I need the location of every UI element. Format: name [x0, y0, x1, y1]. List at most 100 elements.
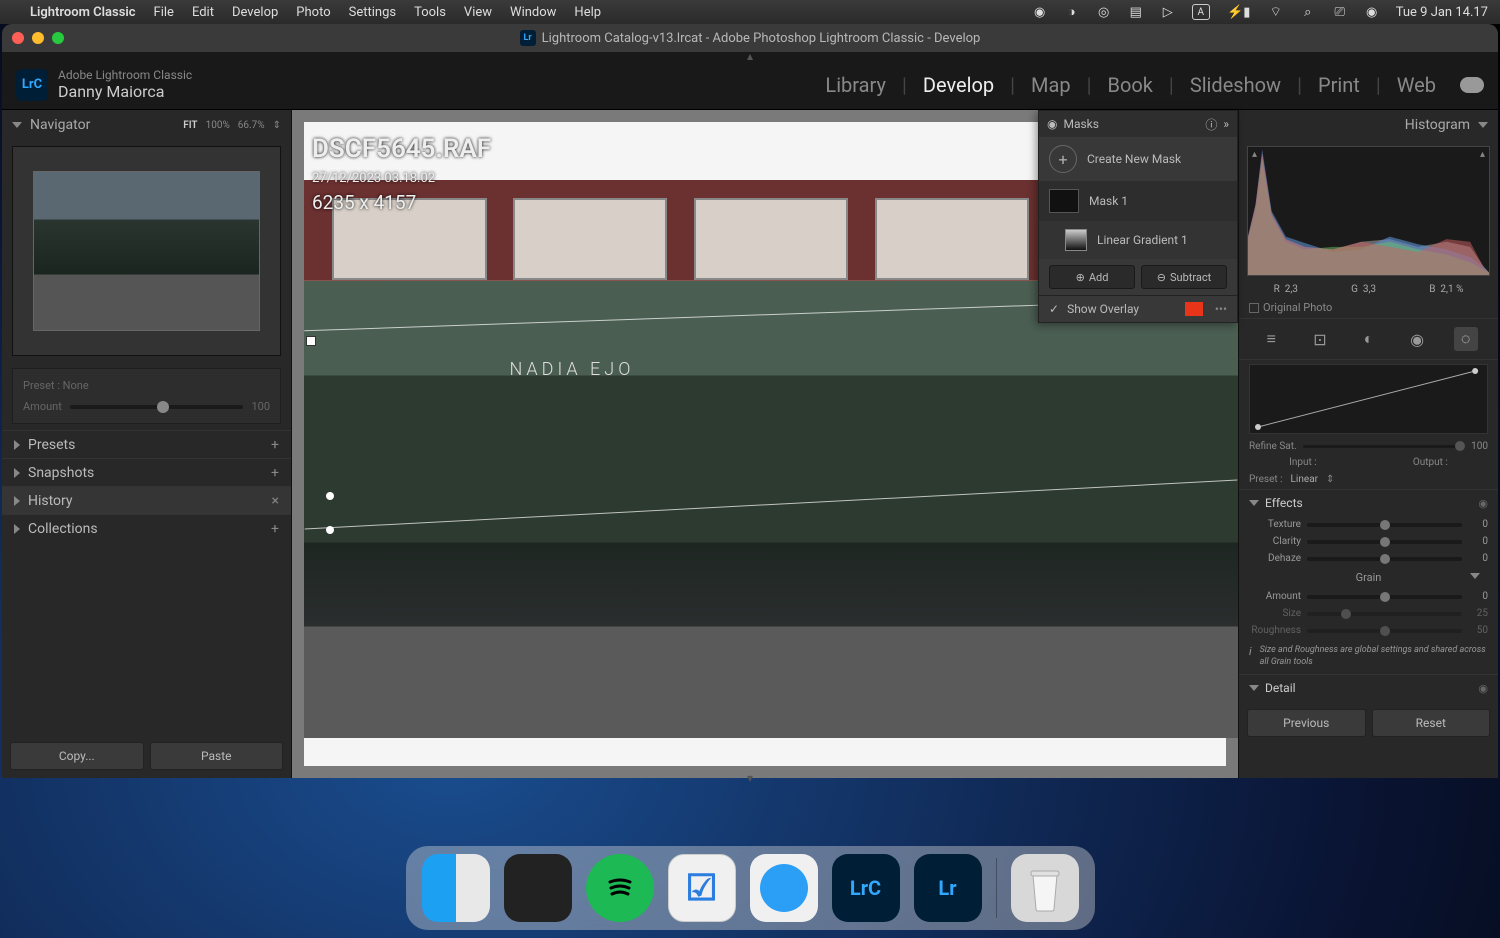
collections-section[interactable]: Collections+ — [2, 514, 291, 542]
menu-window[interactable]: Window — [510, 5, 556, 20]
curve-preset-value[interactable]: Linear — [1291, 474, 1318, 485]
mask-item[interactable]: Mask 1 — [1039, 181, 1237, 221]
disclosure-icon[interactable] — [1470, 573, 1480, 579]
dock-lightroom-classic-icon[interactable]: LrC — [832, 854, 900, 922]
module-book[interactable]: Book — [1100, 73, 1161, 97]
search-icon[interactable]: ⌕ — [1300, 4, 1316, 20]
gradient-handle[interactable] — [306, 336, 316, 346]
eye-icon[interactable]: ◉ — [1478, 682, 1488, 695]
menu-photo[interactable]: Photo — [296, 5, 330, 20]
add-mask-button[interactable]: + — [1049, 145, 1077, 173]
checkbox-icon[interactable] — [1249, 303, 1259, 313]
reset-button[interactable]: Reset — [1372, 709, 1491, 737]
menu-settings[interactable]: Settings — [349, 5, 396, 20]
siri-icon[interactable]: ◉ — [1364, 4, 1380, 20]
dock-safari-icon[interactable] — [750, 854, 818, 922]
texture-value[interactable]: 0 — [1468, 519, 1488, 530]
status-icon[interactable]: A — [1192, 4, 1210, 20]
clear-history-icon[interactable]: × — [272, 493, 279, 509]
grain-roughness-slider[interactable] — [1307, 629, 1462, 633]
status-icon[interactable]: ▷ — [1160, 4, 1176, 20]
gradient-pin[interactable] — [326, 526, 334, 534]
add-preset-icon[interactable]: + — [271, 437, 279, 453]
heal-tool-icon[interactable]: ◐ — [1356, 327, 1380, 351]
copy-button[interactable]: Copy... — [10, 742, 144, 770]
masks-panel[interactable]: ◉ Masks ⓘ » + Create New Mask Mask 1 Lin… — [1038, 110, 1238, 323]
histogram-chart[interactable]: ▴ ▴ — [1247, 146, 1490, 276]
menu-edit[interactable]: Edit — [192, 5, 214, 20]
navigator-preview[interactable] — [12, 146, 281, 356]
subtract-from-mask-button[interactable]: ⊖Subtract — [1141, 265, 1227, 289]
module-print[interactable]: Print — [1310, 73, 1368, 97]
cc-icon[interactable]: ◎ — [1096, 4, 1112, 20]
mask-component[interactable]: Linear Gradient 1 — [1039, 221, 1237, 259]
histogram-header[interactable]: Histogram — [1239, 110, 1498, 140]
dock-launchpad-icon[interactable] — [504, 854, 572, 922]
shadow-clip-icon[interactable]: ▴ — [1252, 149, 1257, 160]
module-web[interactable]: Web — [1389, 73, 1444, 97]
tone-curve[interactable] — [1249, 364, 1488, 434]
overlay-color-swatch[interactable] — [1185, 302, 1203, 316]
dock-finder-icon[interactable] — [422, 854, 490, 922]
module-develop[interactable]: Develop — [915, 73, 1002, 97]
dock-things-icon[interactable]: ☑ — [668, 854, 736, 922]
crop-tool-icon[interactable]: ⊡ — [1308, 327, 1332, 351]
original-photo-toggle[interactable]: Original Photo — [1239, 297, 1498, 318]
zoom-custom[interactable]: 66.7% — [238, 120, 265, 131]
highlight-clip-icon[interactable]: ▴ — [1480, 149, 1485, 160]
status-icon[interactable]: ◑ — [1064, 4, 1080, 20]
control-center-icon[interactable]: ⎚ — [1332, 4, 1348, 20]
grain-amount-slider[interactable] — [1307, 595, 1462, 599]
dock-spotify-icon[interactable] — [586, 854, 654, 922]
dehaze-slider[interactable] — [1307, 557, 1462, 561]
more-icon[interactable]: ••• — [1215, 302, 1227, 316]
module-library[interactable]: Library — [817, 73, 894, 97]
filmstrip-toggle-icon[interactable]: ▾ — [0, 771, 1500, 783]
module-slideshow[interactable]: Slideshow — [1182, 73, 1289, 97]
previous-button[interactable]: Previous — [1247, 709, 1366, 737]
clarity-value[interactable]: 0 — [1468, 536, 1488, 547]
mask-tool-icon[interactable]: ◌ — [1454, 327, 1478, 351]
presets-section[interactable]: Presets+ — [2, 430, 291, 458]
add-snapshot-icon[interactable]: + — [271, 465, 279, 481]
snapshots-section[interactable]: Snapshots+ — [2, 458, 291, 486]
status-icon[interactable]: ▤ — [1128, 4, 1144, 20]
detail-header[interactable]: Detail◉ — [1239, 674, 1498, 701]
create-mask-row[interactable]: + Create New Mask — [1039, 137, 1237, 181]
paste-button[interactable]: Paste — [150, 742, 284, 770]
navigator-header[interactable]: Navigator FIT 100% 66.7% ⇕ — [2, 110, 291, 140]
window-titlebar[interactable]: Lr Lightroom Catalog-v13.lrcat - Adobe P… — [2, 24, 1498, 52]
edit-tool-icon[interactable]: ≡ — [1259, 327, 1283, 351]
texture-slider[interactable] — [1307, 523, 1462, 527]
menubar-clock[interactable]: Tue 9 Jan 14.17 — [1396, 5, 1488, 20]
dock-trash-icon[interactable] — [1011, 854, 1079, 922]
dock-lightroom-icon[interactable]: Lr — [914, 854, 982, 922]
zoom-fit[interactable]: FIT — [183, 120, 197, 131]
add-to-mask-button[interactable]: ⊕Add — [1049, 265, 1135, 289]
menu-view[interactable]: View — [464, 5, 492, 20]
gradient-pin[interactable] — [326, 492, 334, 500]
dehaze-value[interactable]: 0 — [1468, 553, 1488, 564]
eye-icon[interactable]: ◉ — [1047, 117, 1057, 131]
battery-icon[interactable]: ⚡▮ — [1226, 4, 1252, 20]
redeye-tool-icon[interactable]: ◉ — [1405, 327, 1429, 351]
status-icon[interactable]: ◉ — [1032, 4, 1048, 20]
menu-help[interactable]: Help — [574, 5, 601, 20]
effects-header[interactable]: Effects◉ — [1239, 489, 1498, 516]
image-canvas[interactable]: NADIA EJO DSCF5645.RAF 27/12/2023 03.18.… — [292, 110, 1238, 778]
app-name[interactable]: Lightroom Classic — [30, 5, 136, 20]
zoom-100[interactable]: 100% — [206, 120, 230, 131]
menu-tools[interactable]: Tools — [414, 5, 446, 20]
history-section[interactable]: History× — [2, 486, 291, 514]
grain-amount-value[interactable]: 0 — [1468, 591, 1488, 602]
add-collection-icon[interactable]: + — [271, 521, 279, 537]
grain-size-slider[interactable] — [1307, 612, 1462, 616]
refine-sat-slider[interactable] — [1303, 445, 1466, 448]
menu-develop[interactable]: Develop — [232, 5, 278, 20]
cloud-sync-icon[interactable] — [1460, 77, 1484, 93]
module-map[interactable]: Map — [1023, 73, 1079, 97]
eye-icon[interactable]: ◉ — [1478, 497, 1488, 510]
dropdown-icon[interactable]: ⇕ — [1326, 474, 1334, 485]
wifi-icon[interactable]: ⌔ — [1268, 4, 1284, 20]
gradient-line[interactable] — [305, 479, 1238, 529]
